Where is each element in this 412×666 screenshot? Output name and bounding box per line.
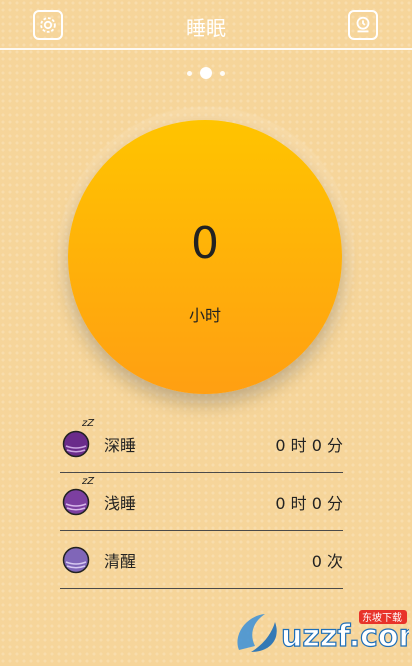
light-sleep-label: 浅睡 [104,493,137,513]
zz-icon: zZ [82,475,95,487]
sleep-hours-unit: 小时 [188,306,221,325]
page-indicator [0,67,412,79]
sleep-hours-circle[interactable]: 0 小时 [68,120,342,394]
page-dot[interactable] [220,70,225,76]
watermark-logo: uzzf.com 东坡下载 [231,606,412,660]
awake-label: 清醒 [104,551,137,571]
awake-ball-icon [62,546,90,574]
light-sleep-value: 0 时 0 分 [275,493,343,513]
alarm-button[interactable] [348,10,378,40]
awake-value: 0 次 [311,551,343,571]
sleep-hours-value: 0 [191,218,219,269]
list-item-deep-sleep: zZ 深睡 0 时 0 分 [60,415,343,473]
light-sleep-ball-icon: zZ [62,476,94,516]
list-item-awake: 清醒 0 次 [60,531,343,589]
list-item-light-sleep: zZ 浅睡 0 时 0 分 [60,473,343,531]
svg-text:东坡下载: 东坡下载 [362,611,402,624]
page-dot[interactable] [187,70,192,76]
deep-sleep-value: 0 时 0 分 [275,435,343,455]
header-divider [0,48,412,50]
zz-icon: zZ [82,417,95,429]
alarm-clock-icon [356,16,370,33]
top-bar: 睡眠 [0,0,412,52]
sleep-stats-list: zZ 深睡 0 时 0 分 zZ 浅睡 0 时 0 分 清醒 0 次 [60,415,343,589]
deep-sleep-label: 深睡 [104,435,137,455]
deep-sleep-ball-icon: zZ [62,418,94,458]
page-dot-active[interactable] [200,67,212,79]
svg-text:uzzf.com: uzzf.com [281,619,409,654]
